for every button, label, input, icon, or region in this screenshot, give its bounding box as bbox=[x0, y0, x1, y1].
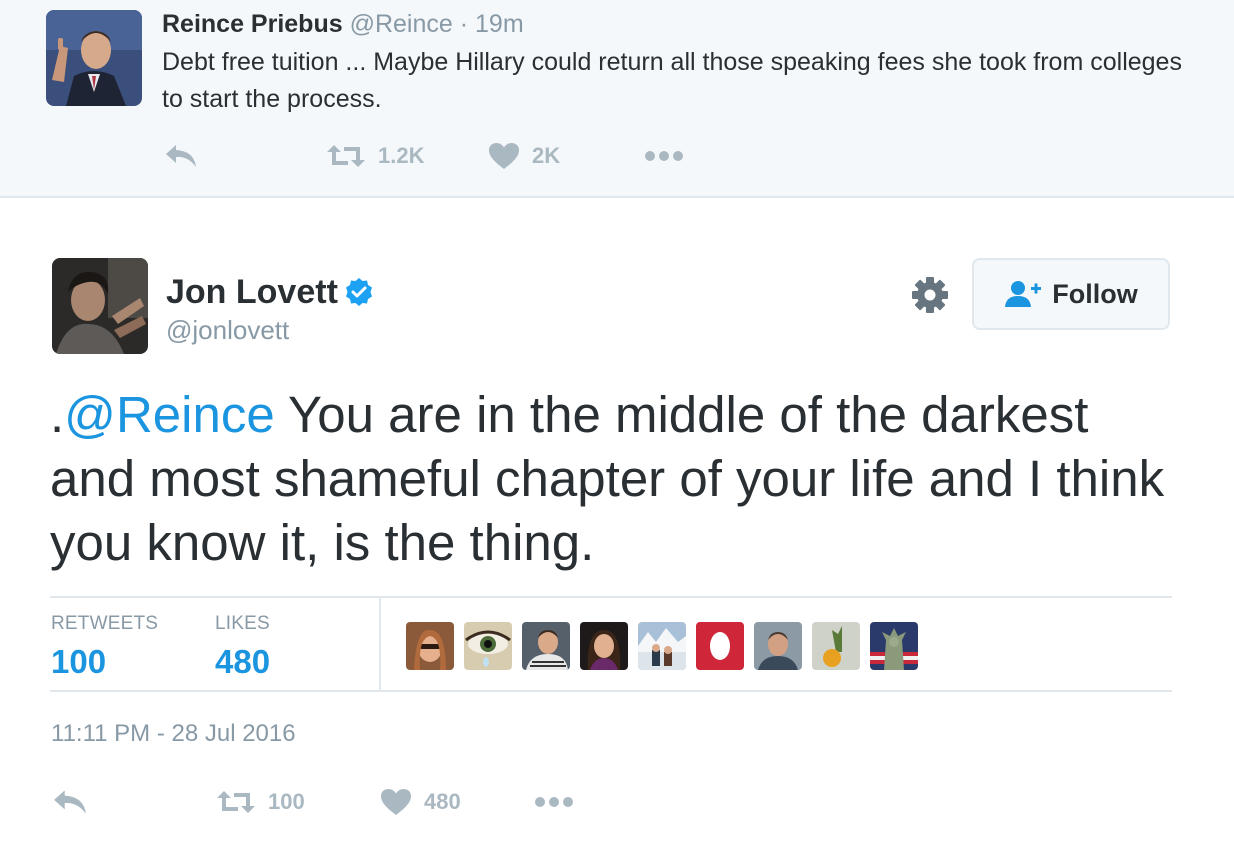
tweet-stats: RETWEETS 100 LIKES 480 bbox=[50, 596, 1172, 692]
follow-person-icon bbox=[1005, 281, 1042, 307]
stats-divider bbox=[379, 598, 381, 690]
liker-avatar[interactable] bbox=[696, 622, 744, 670]
reply-icon bbox=[166, 145, 196, 167]
like-icon bbox=[489, 143, 519, 169]
gear-icon bbox=[912, 277, 948, 313]
liker-avatar[interactable] bbox=[870, 622, 918, 670]
likes-stat[interactable]: LIKES 480 bbox=[215, 612, 270, 682]
reply-icon bbox=[54, 790, 86, 814]
retweets-stat-value: 100 bbox=[51, 643, 107, 680]
parent-author-name[interactable]: Reince Priebus bbox=[162, 10, 343, 38]
main-action-bar: 100 480 bbox=[50, 782, 750, 822]
tweet-text-prefix: . bbox=[50, 386, 65, 443]
liker-avatar[interactable] bbox=[754, 622, 802, 670]
follow-button[interactable]: Follow bbox=[972, 258, 1170, 330]
parent-retweet-button[interactable]: 1.2K bbox=[326, 138, 424, 174]
settings-gear-button[interactable] bbox=[911, 276, 949, 314]
liker-avatar[interactable] bbox=[406, 622, 454, 670]
verified-badge-icon bbox=[345, 278, 372, 306]
parent-action-bar: 1.2K 2K bbox=[162, 138, 862, 174]
main-like-count: 480 bbox=[424, 789, 461, 814]
follow-button-label: Follow bbox=[1052, 278, 1138, 309]
liker-avatar[interactable] bbox=[522, 622, 570, 670]
parent-timestamp[interactable]: 19m bbox=[475, 10, 524, 38]
tweet-timestamp[interactable]: 11:11 PM - 28 Jul 2016 bbox=[51, 718, 296, 750]
main-retweet-count: 100 bbox=[268, 789, 305, 814]
main-author-handle[interactable]: @jonlovett bbox=[166, 314, 289, 346]
liker-avatar[interactable] bbox=[812, 622, 860, 670]
retweet-icon bbox=[217, 791, 255, 813]
parent-avatar[interactable] bbox=[46, 10, 142, 106]
parent-separator: · bbox=[459, 10, 469, 38]
main-like-button[interactable]: 480 bbox=[380, 784, 461, 820]
parent-retweet-count: 1.2K bbox=[378, 143, 425, 168]
parent-tweet[interactable]: Reince Priebus @Reince · 19m Debt free t… bbox=[0, 0, 1234, 198]
likes-stat-label: LIKES bbox=[215, 613, 270, 634]
retweets-stat-label: RETWEETS bbox=[51, 613, 159, 634]
likes-stat-value: 480 bbox=[215, 643, 271, 680]
parent-reply-button[interactable] bbox=[164, 138, 198, 174]
parent-tweet-text: Debt free tuition ... Maybe Hillary coul… bbox=[162, 48, 1182, 113]
main-author-name[interactable]: Jon Lovett bbox=[166, 272, 338, 312]
main-retweet-button[interactable]: 100 bbox=[216, 784, 305, 820]
parent-author-handle[interactable]: @Reince bbox=[350, 10, 453, 38]
retweet-icon bbox=[327, 145, 365, 167]
main-more-button[interactable] bbox=[534, 784, 574, 820]
parent-like-button[interactable]: 2K bbox=[488, 138, 560, 174]
parent-like-count: 2K bbox=[532, 143, 561, 168]
more-icon bbox=[535, 797, 573, 807]
retweets-stat[interactable]: RETWEETS 100 bbox=[51, 612, 158, 682]
main-tweet-text: .@Reince You are in the middle of the da… bbox=[50, 383, 1170, 575]
like-icon bbox=[381, 789, 411, 815]
main-author-row: Jon Lovett bbox=[166, 272, 374, 312]
parent-more-button[interactable] bbox=[644, 138, 684, 174]
mention-link[interactable]: @Reince bbox=[64, 386, 275, 443]
main-avatar[interactable] bbox=[52, 258, 148, 354]
liker-avatar[interactable] bbox=[464, 622, 512, 670]
liker-avatars bbox=[406, 622, 928, 670]
liker-avatar[interactable] bbox=[638, 622, 686, 670]
main-reply-button[interactable] bbox=[52, 784, 88, 820]
liker-avatar[interactable] bbox=[580, 622, 628, 670]
more-icon bbox=[645, 151, 683, 161]
parent-header: Reince Priebus @Reince · 19m bbox=[162, 9, 524, 39]
